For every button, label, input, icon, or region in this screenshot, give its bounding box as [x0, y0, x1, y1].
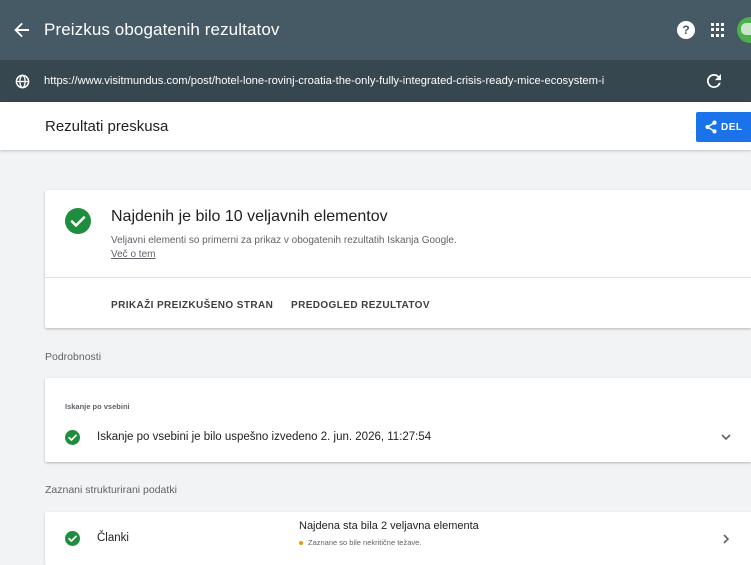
- help-icon: ?: [682, 23, 690, 37]
- check-circle-icon: [65, 430, 80, 445]
- structured-item-articles[interactable]: Članki Najdena sta bila 2 veljavna eleme…: [45, 512, 751, 565]
- share-label: DEL: [721, 121, 743, 133]
- tested-url[interactable]: https://www.visitmundus.com/post/hotel-l…: [44, 75, 693, 87]
- apps-grid-icon: [711, 23, 714, 26]
- chevron-down-icon[interactable]: [720, 431, 732, 443]
- url-bar: https://www.visitmundus.com/post/hotel-l…: [0, 60, 751, 102]
- page-title: Rezultati preskusa: [45, 117, 169, 135]
- back-button[interactable]: [0, 0, 44, 60]
- help-button[interactable]: ?: [677, 21, 695, 39]
- structured-data-section-label: Zaznani strukturirani podatki: [45, 484, 177, 496]
- crawl-caption: Iskanje po vsebini: [65, 402, 130, 411]
- summary-title: Najdenih je bilo 10 veljavnih elementov: [111, 208, 388, 225]
- refresh-button[interactable]: [699, 60, 729, 102]
- view-tested-page-button[interactable]: PRIKAŽI PREIZKUŠENO STRAN: [111, 292, 273, 318]
- account-avatar[interactable]: [737, 17, 751, 43]
- details-section-label: Podrobnosti: [45, 351, 102, 363]
- refresh-icon: [707, 74, 721, 88]
- app-bar: Preizkus obogatenih rezultatov ?: [0, 0, 751, 60]
- results-header: Rezultati preskusa DEL: [0, 102, 751, 150]
- globe-icon: [0, 60, 44, 102]
- structured-item-note: Zaznane so bile nekritične težave.: [299, 538, 421, 547]
- summary-card: Najdenih je bilo 10 veljavnih elementov …: [45, 190, 751, 328]
- check-circle-icon: [65, 531, 80, 546]
- arrow-back-icon: [14, 22, 29, 38]
- crawl-card[interactable]: Iskanje po vsebini Iskanje po vsebini je…: [45, 378, 751, 462]
- apps-button[interactable]: [711, 23, 725, 37]
- share-button[interactable]: DEL: [696, 112, 751, 142]
- structured-item-note-text: Zaznane so bile nekritične težave.: [308, 538, 422, 547]
- divider: [45, 277, 751, 278]
- chevron-right-icon[interactable]: [721, 533, 731, 545]
- structured-item-label: Članki: [97, 532, 129, 544]
- structured-item-status: Najdena sta bila 2 veljavna elementa: [299, 520, 479, 532]
- warning-dot-icon: [299, 540, 303, 545]
- app-title: Preizkus obogatenih rezultatov: [44, 20, 280, 39]
- learn-more-link[interactable]: Več o tem: [111, 249, 155, 260]
- check-circle-icon: [65, 208, 91, 234]
- share-icon: [705, 120, 717, 134]
- summary-description: Veljavni elementi so primerni za prikaz …: [111, 235, 457, 246]
- preview-results-button[interactable]: PREDOGLED REZULTATOV: [291, 292, 430, 318]
- crawl-status: Iskanje po vsebini je bilo uspešno izved…: [97, 431, 432, 443]
